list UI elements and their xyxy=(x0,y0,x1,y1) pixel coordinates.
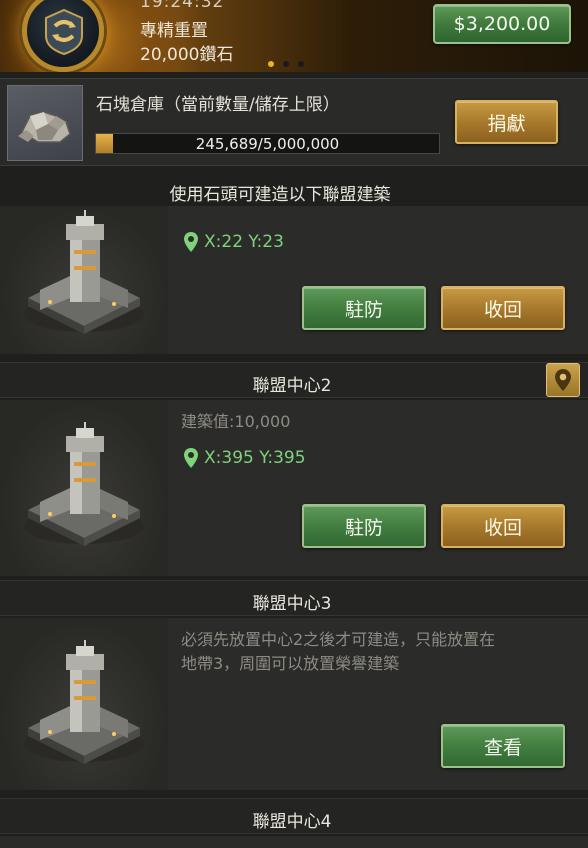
page-dot[interactable] xyxy=(283,61,289,67)
purchase-button[interactable]: $3,200.00 xyxy=(433,4,571,44)
building-image xyxy=(0,400,168,576)
garrison-button[interactable]: 駐防 xyxy=(302,504,426,548)
buildings-header: 使用石頭可建造以下聯盟建築 xyxy=(169,185,391,205)
alliance-center-building-icon xyxy=(24,210,144,334)
building-image xyxy=(0,206,168,354)
view-button[interactable]: 查看 xyxy=(441,724,565,768)
alliance-center-building-icon xyxy=(24,422,144,546)
building-title: 聯盟中心3 xyxy=(252,594,332,614)
build-value: 建築值:10,000 xyxy=(181,412,291,431)
building-card xyxy=(0,836,588,848)
recall-button[interactable]: 收回 xyxy=(441,286,565,330)
building-card: 建築值:10,000 X:395 Y:395 駐防 收回 xyxy=(0,400,588,576)
package-reward: 20,000鑽石 xyxy=(140,45,234,65)
map-pin-icon xyxy=(184,448,198,468)
package-banner: 19:24:32 專精重置 20,000鑽石 $3,200.00 xyxy=(0,0,588,72)
location-coords[interactable]: X:395 Y:395 xyxy=(204,448,306,468)
garrison-button[interactable]: 駐防 xyxy=(302,286,426,330)
countdown-timer: 19:24:32 xyxy=(140,0,225,12)
stone-pile-icon xyxy=(7,85,83,161)
building-card: X:22 Y:23 駐防 收回 xyxy=(0,206,588,354)
page-dot[interactable] xyxy=(298,61,304,67)
requirement-note-line-1: 必須先放置中心2之後才可建造，只能放置在 xyxy=(181,630,496,649)
building-title: 聯盟中心4 xyxy=(252,812,332,832)
building-title: 聯盟中心2 xyxy=(252,376,332,396)
carousel-page-dots[interactable] xyxy=(268,61,304,67)
page-dot[interactable] xyxy=(268,61,274,67)
storage-progress-text: 245,689/5,000,000 xyxy=(195,134,340,153)
map-pin-icon xyxy=(184,232,198,252)
building-card: 必須先放置中心2之後才可建造，只能放置在 地帶3，周圍可以放置榮譽建築 查看 xyxy=(0,618,588,790)
storage-progress-bar: 245,689/5,000,000 xyxy=(95,133,440,154)
donate-button[interactable]: 捐獻 xyxy=(455,100,558,144)
requirement-note-line-2: 地帶3，周圍可以放置榮譽建築 xyxy=(181,654,400,673)
location-coords[interactable]: X:22 Y:23 xyxy=(204,232,284,252)
alliance-center-building-icon xyxy=(24,640,144,764)
package-title: 專精重置 xyxy=(140,21,208,41)
recall-button[interactable]: 收回 xyxy=(441,504,565,548)
building-location[interactable]: X:22 Y:23 xyxy=(184,232,284,252)
building-location[interactable]: X:395 Y:395 xyxy=(184,448,306,468)
map-pin-icon xyxy=(555,369,571,391)
building-image xyxy=(0,618,168,790)
locate-on-map-button[interactable] xyxy=(546,363,580,397)
storage-label: 石塊倉庫（當前數量/儲存上限） xyxy=(96,95,340,115)
stone-storage-panel: 石塊倉庫（當前數量/儲存上限） 245,689/5,000,000 捐獻 xyxy=(0,78,588,166)
